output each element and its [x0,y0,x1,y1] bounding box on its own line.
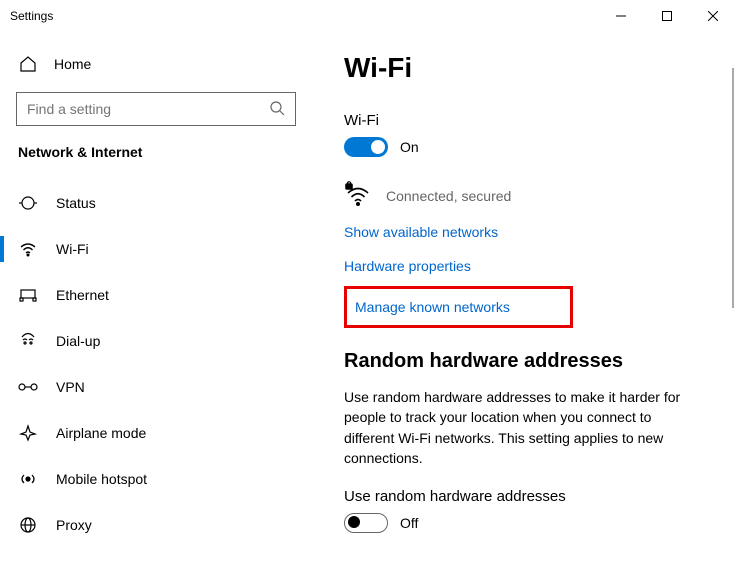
sidebar-item-hotspot[interactable]: Mobile hotspot [0,456,320,502]
connection-status: Connected, secured [344,181,712,210]
sidebar-item-label: Ethernet [56,287,109,303]
sidebar-item-label: Dial-up [56,333,100,349]
main-panel: Wi-Fi Wi-Fi On Connected, secured Show a… [320,32,736,583]
search-box[interactable] [16,92,296,126]
connection-status-text: Connected, secured [386,188,511,204]
sidebar-item-label: Airplane mode [56,425,146,441]
airplane-icon [18,423,38,443]
dialup-icon [18,331,38,351]
sidebar: Home Network & Internet Status Wi-Fi Eth… [0,32,320,583]
close-button[interactable] [690,0,736,32]
home-label: Home [54,56,91,72]
scrollbar[interactable] [732,68,734,308]
titlebar: Settings [0,0,736,32]
wifi-icon [18,239,38,259]
hotspot-icon [18,469,38,489]
random-addresses-description: Use random hardware addresses to make it… [344,387,704,468]
link-manage-known-networks[interactable]: Manage known networks [355,299,510,315]
random-toggle-state: Off [400,515,418,531]
sidebar-item-wifi[interactable]: Wi-Fi [0,226,320,272]
search-icon [269,100,285,119]
wifi-secured-icon [344,181,372,210]
sidebar-item-airplane[interactable]: Airplane mode [0,410,320,456]
proxy-icon [18,515,38,535]
sidebar-item-label: Status [56,195,96,211]
maximize-button[interactable] [644,0,690,32]
sidebar-item-ethernet[interactable]: Ethernet [0,272,320,318]
page-title: Wi-Fi [344,52,712,84]
wifi-toggle-state: On [400,139,419,155]
sidebar-item-vpn[interactable]: VPN [0,364,320,410]
window-title: Settings [10,9,598,23]
status-icon [18,193,38,213]
link-show-available-networks[interactable]: Show available networks [344,224,712,240]
window-controls [598,0,736,32]
random-addresses-toggle[interactable] [344,513,388,533]
sidebar-item-proxy[interactable]: Proxy [0,502,320,548]
nav-list: Status Wi-Fi Ethernet Dial-up VPN Airpla… [0,180,320,548]
vpn-icon [18,377,38,397]
sidebar-item-label: Proxy [56,517,92,533]
random-addresses-heading: Random hardware addresses [344,350,712,373]
sidebar-item-label: Wi-Fi [56,241,89,257]
random-toggle-label: Use random hardware addresses [344,488,712,505]
sidebar-item-status[interactable]: Status [0,180,320,226]
section-title: Network & Internet [0,144,320,168]
minimize-button[interactable] [598,0,644,32]
home-icon [18,54,38,74]
sidebar-item-label: Mobile hotspot [56,471,147,487]
wifi-toggle[interactable] [344,137,388,157]
sidebar-item-dialup[interactable]: Dial-up [0,318,320,364]
home-nav[interactable]: Home [0,44,320,84]
highlight-annotation: Manage known networks [344,286,573,328]
link-hardware-properties[interactable]: Hardware properties [344,258,712,274]
ethernet-icon [18,285,38,305]
sidebar-item-label: VPN [56,379,85,395]
search-input[interactable] [27,101,269,117]
wifi-toggle-label: Wi-Fi [344,112,712,129]
